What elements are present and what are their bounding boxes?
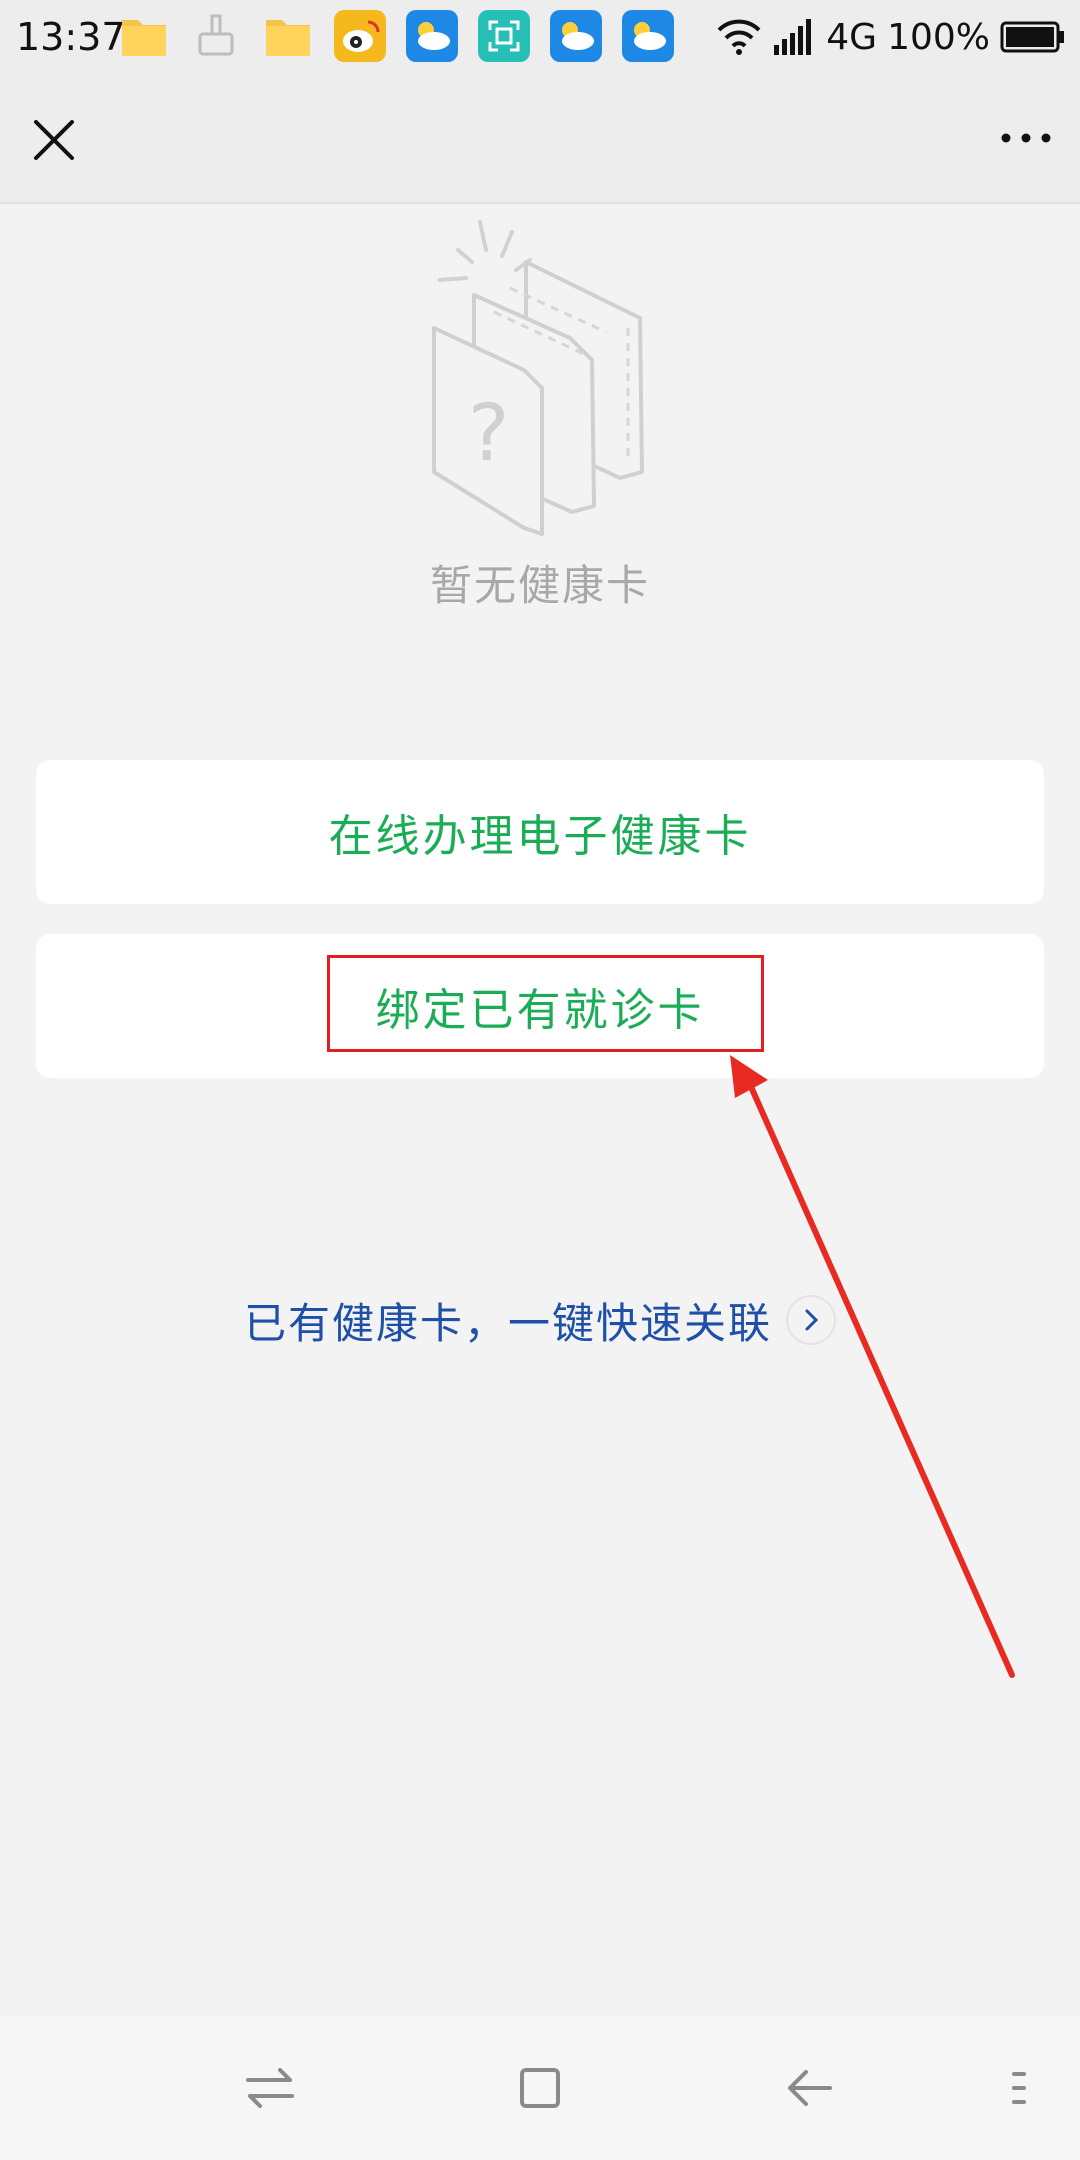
svg-text:?: ? [468, 389, 509, 479]
folder-icon [266, 20, 310, 56]
annotation-highlight-box [327, 955, 764, 1052]
scanner-icon [478, 10, 530, 62]
weather-icon [406, 10, 458, 62]
empty-card-illustration: ? [432, 220, 644, 536]
status-indicators: 4G 100% [716, 12, 1066, 62]
online-apply-button[interactable]: 在线办理电子健康卡 [36, 760, 1044, 904]
weibo-icon [334, 10, 386, 62]
quick-link-label: 已有健康卡，一键快速关联 [243, 1298, 772, 1348]
status-bar: 13:37 4G 100% [0, 0, 1080, 74]
back-icon[interactable] [778, 2056, 842, 2120]
weather-icon [622, 10, 674, 62]
network-type: 4G [826, 16, 878, 58]
quick-link-button[interactable]: 已有健康卡，一键快速关联 [0, 1285, 1080, 1355]
status-time: 13:37 [16, 15, 126, 59]
more-icon[interactable] [996, 118, 1056, 158]
battery-icon [1000, 21, 1064, 53]
battery-percent: 100% [887, 16, 990, 58]
title-bar [0, 74, 1080, 204]
switch-icon[interactable] [238, 2056, 302, 2120]
wifi-icon [717, 19, 761, 55]
online-apply-label: 在线办理电子健康卡 [328, 811, 752, 862]
signal-icon [774, 19, 812, 55]
empty-state-message: 暂无健康卡 [429, 561, 650, 610]
home-icon[interactable] [508, 2056, 572, 2120]
navigation-bar [0, 2016, 1080, 2160]
close-icon[interactable] [26, 112, 82, 168]
folder-icon [122, 20, 166, 56]
page: 13:37 4G 100% ? 暂无健康卡 在线办理电子健康卡 绑定已有就诊卡 … [0, 0, 1080, 2160]
weather-icon [550, 10, 602, 62]
menu-icon[interactable] [998, 2056, 1062, 2120]
broom-icon [198, 14, 234, 56]
chevron-right-icon [786, 1295, 836, 1345]
